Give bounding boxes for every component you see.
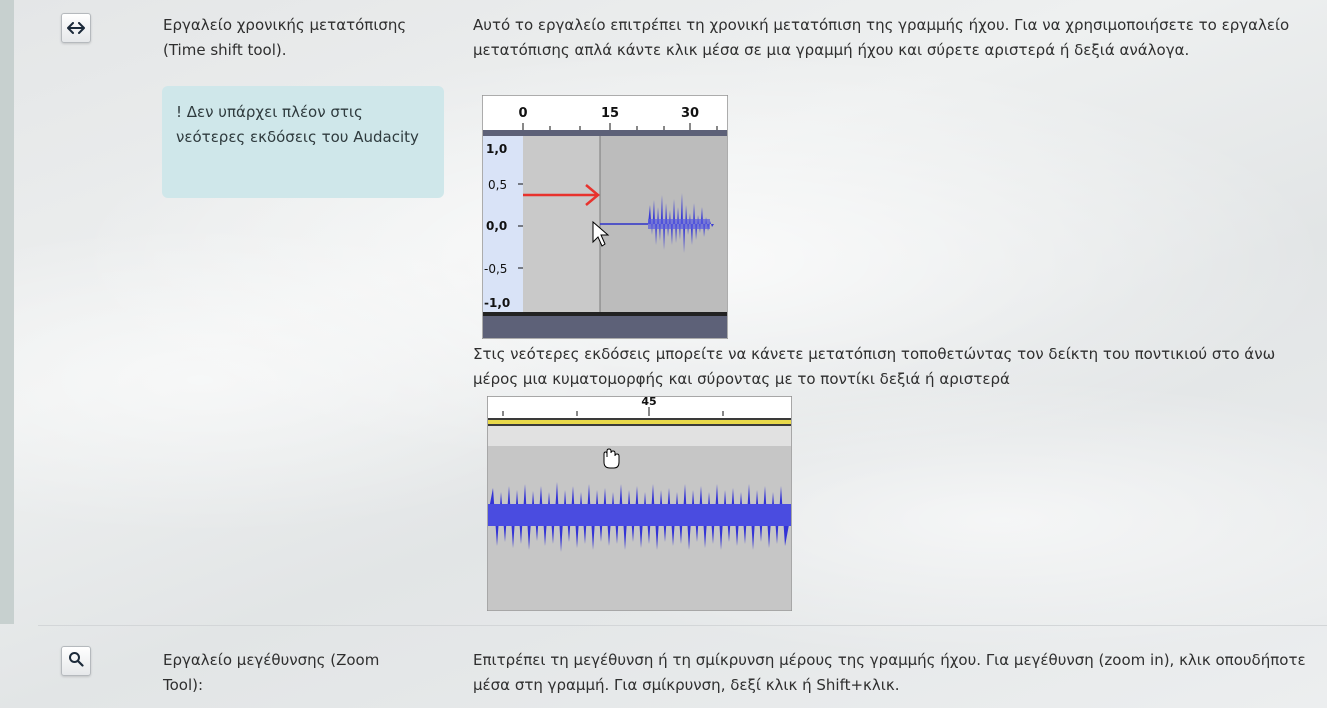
scale-label-05: 0,5 [488, 178, 507, 192]
row-separator [38, 625, 1327, 626]
ruler-label-15: 15 [601, 106, 619, 121]
scale-label-0: 0,0 [486, 219, 507, 233]
time-shift-illustration: 0 15 30 1,0 0,5 0,0 -0,5 -1,0 [482, 95, 728, 339]
tool-description-time-shift: Αυτό το εργαλείο επιτρέπει τη χρονική με… [473, 16, 1290, 59]
note-text: ! Δεν υπάρχει πλέον στις νεότερες εκδόσε… [176, 103, 419, 146]
ruler-label-30: 30 [681, 106, 699, 121]
waveform-drag-illustration: 45 [487, 396, 792, 611]
tool-description-zoom: Επιτρέπει τη μεγέθυνση ή τη σμίκρυνση μέ… [473, 651, 1306, 694]
scale-label-1: 1,0 [486, 142, 507, 156]
time-shift-tool-button[interactable] [61, 13, 91, 43]
scale-label-m1: -1,0 [484, 296, 510, 310]
tool-name-time-shift: Εργαλείο χρονικής μετατόπισης (Time shif… [163, 16, 407, 59]
zoom-tool-button[interactable] [61, 646, 91, 676]
scale-label-m05: -0,5 [484, 262, 507, 276]
ruler-label-45: 45 [641, 396, 656, 408]
left-rail [0, 0, 14, 624]
left-right-arrow-icon [67, 17, 85, 39]
magnifier-icon [68, 650, 84, 672]
tool-description-time-shift-newer: Στις νεότερες εκδόσεις μπορείτε να κάνετ… [473, 345, 1276, 388]
ruler-label-0: 0 [518, 106, 527, 121]
tool-name-zoom: Εργαλείο μεγέθυνσης (Zoom Tool): [163, 651, 380, 694]
note-box: ! Δεν υπάρχει πλέον στις νεότερες εκδόσε… [162, 86, 444, 198]
